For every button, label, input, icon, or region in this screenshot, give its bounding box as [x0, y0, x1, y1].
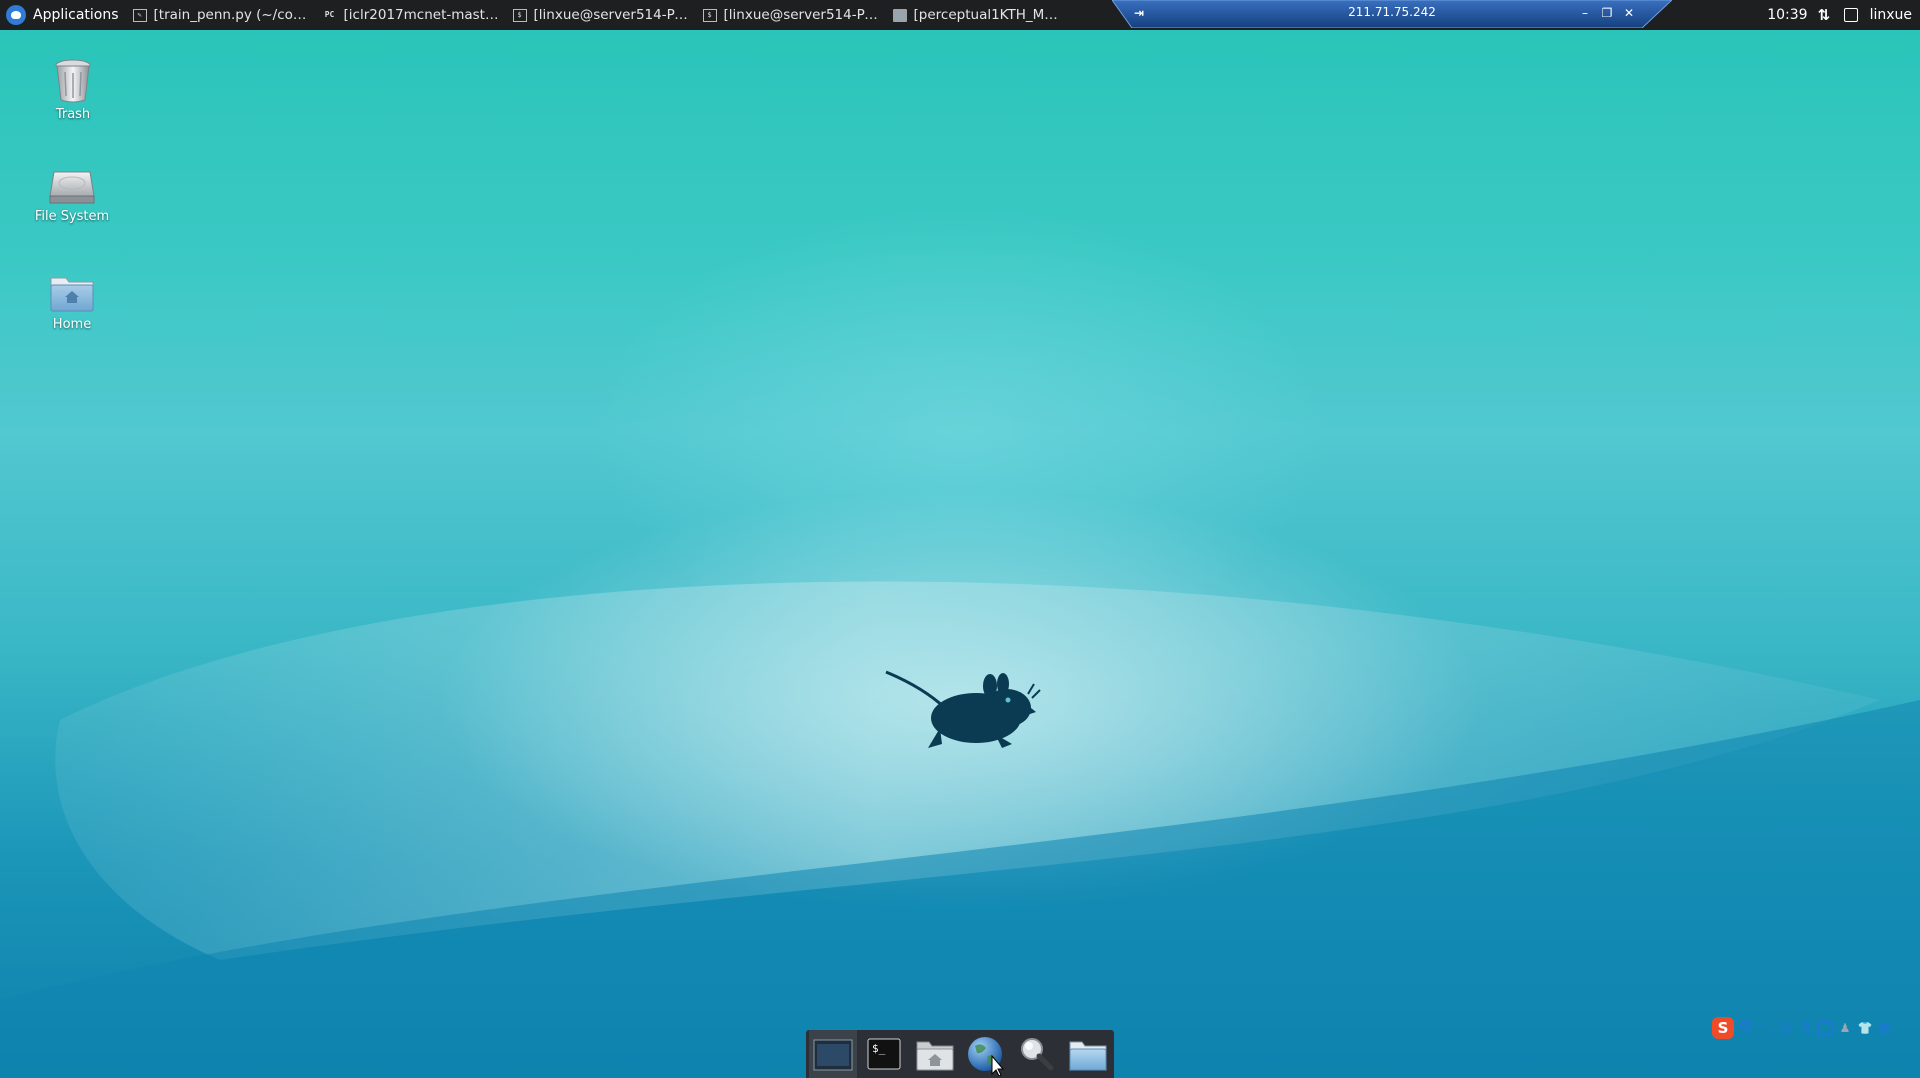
taskbar-item-pycharm[interactable]: PC [iclr2017mcnet-master ... — [317, 0, 507, 30]
taskbar-item-label: [linxue@server514-Pow... — [723, 7, 881, 23]
dock-web-browser[interactable] — [962, 1030, 1010, 1078]
dock-file-manager[interactable] — [911, 1030, 959, 1078]
applications-label: Applications — [33, 7, 119, 23]
keyboard-icon[interactable] — [1818, 1021, 1833, 1035]
input-method-bar: S 中 °, ☺ 🎙 ♟ 👕 ▦ — [1712, 1016, 1920, 1040]
remote-session-bar[interactable]: ⇥ 211.71.75.242 – ❐ ✕ — [1112, 0, 1672, 28]
taskbar-item-label: [perceptual1KTH_MCNE... — [913, 7, 1066, 23]
taskbar-item-label: [train_penn.py (~/code/... — [153, 7, 311, 23]
pycharm-icon: PC — [324, 9, 335, 19]
magnifier-icon — [1021, 1038, 1054, 1071]
ime-punctuation-toggle[interactable]: °, — [1758, 1019, 1774, 1037]
microphone-icon[interactable]: 🎙 — [1798, 1019, 1814, 1037]
desktop-icon-label: Trash — [55, 107, 91, 122]
globe-icon — [968, 1037, 1005, 1076]
emoji-icon[interactable]: ☺ — [1778, 1019, 1794, 1037]
skin-shirt-icon[interactable]: 👕 — [1857, 1019, 1873, 1037]
terminal-icon: $ — [702, 8, 717, 22]
taskbar-item-label: [linxue@server514-Pow... — [533, 7, 691, 23]
remote-host-address: 211.71.75.242 — [1348, 5, 1436, 19]
desktop-icon-home[interactable]: Home — [17, 274, 127, 332]
pin-icon[interactable]: ⇥ — [1130, 4, 1148, 22]
taskbar-item-train-penn[interactable]: ✎ [train_penn.py (~/code/... — [127, 0, 317, 30]
taskbar-item-terminal-1[interactable]: $ [linxue@server514-Pow... — [507, 0, 697, 30]
workspace-switcher-icon[interactable] — [1843, 8, 1858, 22]
clock[interactable]: 10:39 — [1767, 7, 1807, 23]
dock-show-desktop[interactable] — [809, 1030, 857, 1078]
dock-panel: $_ — [806, 1030, 1114, 1078]
desktop-icon-label: Home — [52, 317, 92, 332]
folder-icon — [1069, 1041, 1107, 1071]
user-menu[interactable]: linxue — [1870, 7, 1912, 23]
taskbar-item-label: [iclr2017mcnet-master ... — [343, 7, 501, 23]
desktop[interactable]: Applications ✎ [train_penn.py (~/code/..… — [0, 0, 1920, 1078]
text-editor-icon: ✎ — [132, 8, 147, 22]
terminal-icon: $_ — [867, 1038, 901, 1070]
wallpaper — [0, 490, 1920, 1078]
toolbox-grid-icon[interactable]: ▦ — [1877, 1019, 1893, 1037]
desktop-icon-trash[interactable]: Trash — [18, 56, 128, 122]
top-panel: Applications ✎ [train_penn.py (~/code/..… — [0, 0, 1920, 30]
sogou-logo-icon[interactable]: S — [1712, 1017, 1734, 1039]
desktop-icon-label: File System — [34, 209, 110, 224]
xfce-logo-icon — [6, 5, 26, 25]
hard-drive-icon — [49, 171, 95, 204]
home-folder-icon — [50, 277, 94, 312]
system-tray: 10:39 ⇅ linxue — [1767, 0, 1920, 30]
home-folder-icon — [916, 1041, 954, 1071]
minimize-icon[interactable]: – — [1576, 4, 1594, 22]
dock-terminal[interactable]: $_ — [860, 1030, 908, 1078]
close-icon[interactable]: ✕ — [1620, 4, 1638, 22]
dock-app-finder[interactable] — [1013, 1030, 1061, 1078]
taskbar-item-folder[interactable]: [perceptual1KTH_MCNE... — [887, 0, 1072, 30]
folder-icon — [892, 8, 907, 22]
restore-icon[interactable]: ❐ — [1598, 4, 1616, 22]
desktop-icon — [813, 1039, 853, 1071]
dock-folder[interactable] — [1064, 1030, 1112, 1078]
terminal-icon: $ — [512, 8, 527, 22]
ime-language-toggle[interactable]: 中 — [1738, 1019, 1754, 1037]
network-icon[interactable]: ⇅ — [1818, 6, 1836, 24]
user-icon[interactable]: ♟ — [1837, 1019, 1853, 1037]
desktop-icon-file-system[interactable]: File System — [17, 166, 127, 224]
taskbar-item-terminal-2[interactable]: $ [linxue@server514-Pow... — [697, 0, 887, 30]
trash-icon — [55, 59, 91, 103]
svg-text:$_: $_ — [872, 1042, 886, 1055]
applications-menu-button[interactable]: Applications — [0, 0, 127, 30]
